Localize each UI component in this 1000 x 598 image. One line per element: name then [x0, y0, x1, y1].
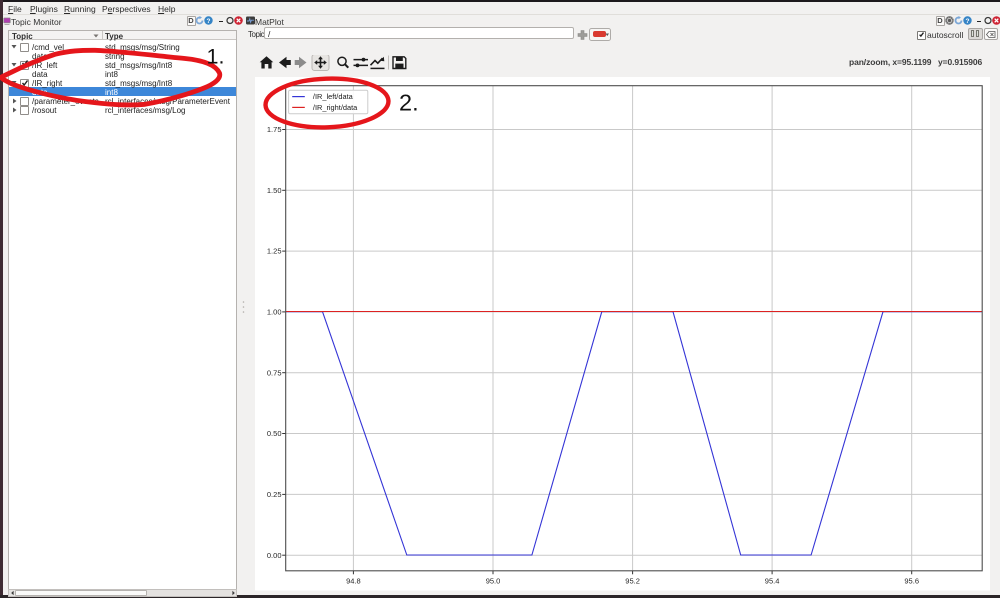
svg-text:2.: 2.: [399, 90, 419, 116]
svg-text:1.: 1.: [207, 44, 225, 68]
